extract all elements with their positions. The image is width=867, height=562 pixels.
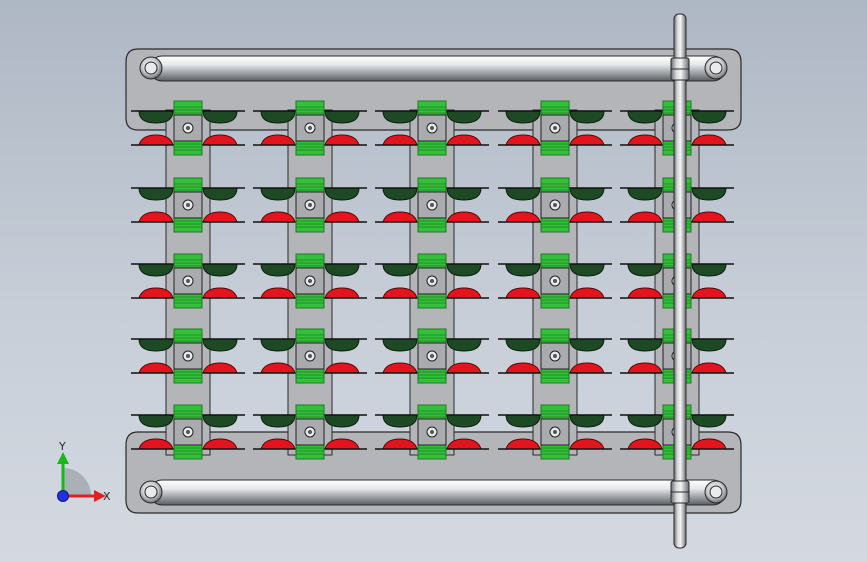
roller-clip-unit — [131, 253, 245, 309]
lock-collar-icon — [670, 57, 690, 81]
bottom-guide-rod — [139, 479, 728, 506]
bolt-center — [430, 126, 434, 130]
roller-clip-unit — [375, 328, 489, 384]
axis-x-label: X — [103, 490, 111, 503]
bolt-center — [308, 354, 312, 358]
bolt-center — [186, 430, 190, 434]
bolt-center — [430, 203, 434, 207]
lock-collar-icon — [670, 480, 690, 504]
roller-clip-unit — [498, 177, 612, 233]
coordinate-triad-icon: Y X — [57, 440, 111, 503]
roller-clip-unit — [131, 177, 245, 233]
bolt-center — [430, 279, 434, 283]
bolt-center — [186, 354, 190, 358]
bolt-center — [553, 126, 557, 130]
roller-clip-unit — [253, 328, 367, 384]
roller-clip-unit — [375, 253, 489, 309]
roller-clip-unit — [131, 328, 245, 384]
bolt-center — [553, 430, 557, 434]
roller-clip-unit — [498, 328, 612, 384]
bolt-center — [308, 203, 312, 207]
roller-clip-unit — [253, 177, 367, 233]
axis-y-label: Y — [58, 440, 66, 453]
bolt-center — [308, 126, 312, 130]
vertical-shaft — [670, 13, 690, 549]
bolt-center — [553, 203, 557, 207]
bolt-center — [186, 126, 190, 130]
bolt-center — [308, 430, 312, 434]
roller-grid — [131, 100, 734, 460]
bolt-center — [430, 430, 434, 434]
bolt-center — [186, 203, 190, 207]
bolt-center — [553, 279, 557, 283]
bolt-center — [430, 354, 434, 358]
bolt-center — [308, 279, 312, 283]
roller-clip-unit — [253, 253, 367, 309]
roller-clip-unit — [498, 253, 612, 309]
roller-clip-unit — [375, 177, 489, 233]
cad-viewport[interactable]: Y X — [0, 0, 867, 562]
top-guide-rod — [139, 55, 728, 82]
bolt-center — [553, 354, 557, 358]
bolt-center — [186, 279, 190, 283]
